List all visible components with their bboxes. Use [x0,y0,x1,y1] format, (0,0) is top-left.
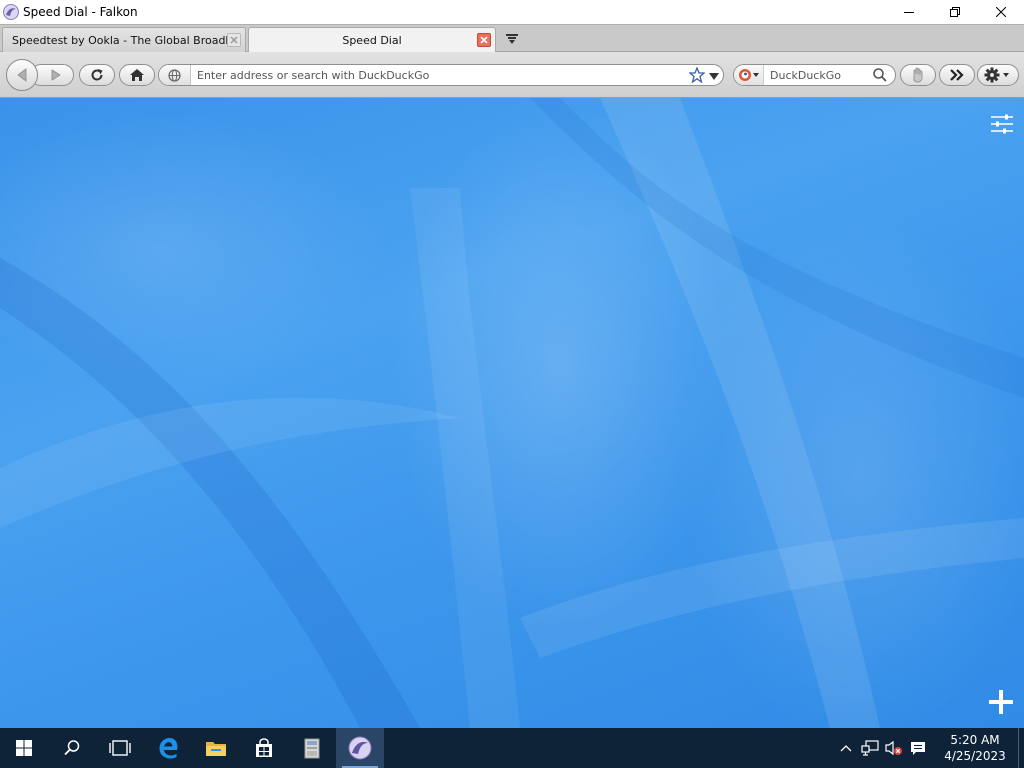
restore-button[interactable] [932,0,978,24]
tab-speedtest[interactable]: Speedtest by Ookla - The Global Broadban… [2,27,246,52]
navigation-toolbar [0,52,1024,98]
installer-icon [304,738,320,759]
window-title: Speed Dial - Falkon [23,5,138,19]
window-controls [886,0,1024,24]
task-view-icon [109,740,131,756]
tab-list-button[interactable] [503,30,521,48]
falkon-app-icon [348,736,372,760]
folder-icon [206,742,226,756]
speed-dial-page [0,98,1024,728]
action-center-button[interactable] [906,728,930,768]
show-desktop-button[interactable] [1018,728,1024,768]
home-icon [130,69,144,81]
taskbar-edge[interactable] [144,728,192,768]
windows-logo-icon [16,740,32,756]
main-menu-button[interactable] [977,64,1019,86]
taskbar-falkon[interactable] [336,728,384,768]
minimize-button[interactable] [886,0,932,24]
close-button[interactable] [978,0,1024,24]
search-icon [64,740,80,756]
adblock-button[interactable] [900,64,936,86]
tab-bar: Speedtest by Ookla - The Global Broadban… [0,24,1024,52]
edge-icon [159,738,178,759]
close-icon [230,36,238,44]
chevron-up-icon [840,745,852,752]
falkon-app-icon [3,4,19,20]
tab-close-button[interactable] [477,33,491,47]
taskbar-app-installer[interactable] [288,728,336,768]
title-bar: Speed Dial - Falkon [0,0,1024,24]
more-tools-button[interactable] [939,64,975,86]
search-engine-button[interactable] [734,65,764,85]
speed-dial-settings-icon[interactable] [990,112,1014,136]
notification-icon [911,742,925,755]
store-bag-icon [256,738,272,757]
gear-icon [984,67,1009,83]
network-tray-button[interactable] [858,728,882,768]
task-view-button[interactable] [96,728,144,768]
close-icon [996,7,1006,17]
tab-speed-dial[interactable]: Speed Dial [248,27,496,52]
site-info-button[interactable] [159,65,191,85]
clock-time: 5:20 AM [950,733,1000,747]
taskbar-store[interactable] [240,728,288,768]
tab-label: Speedtest by Ookla - The Global Broadban… [12,33,227,47]
background-wallpaper [0,98,1024,728]
clock-date: 4/25/2023 [944,749,1006,763]
chevron-down-icon[interactable] [709,71,719,81]
close-icon [480,36,488,44]
tab-list-icon [506,34,518,44]
adblock-hand-icon [913,67,923,83]
back-button[interactable] [6,59,38,91]
minimize-icon [904,12,914,13]
speaker-muted-icon [885,740,902,756]
start-button[interactable] [0,728,48,768]
globe-icon [168,68,181,82]
taskbar-search-button[interactable] [48,728,96,768]
bookmark-star-icon[interactable] [689,67,705,83]
show-hidden-icons-button[interactable] [834,728,858,768]
system-tray: 5:20 AM 4/25/2023 [834,728,1024,768]
add-speed-dial-icon[interactable] [988,689,1014,715]
home-button[interactable] [119,64,155,86]
address-bar[interactable] [158,64,724,86]
reload-icon [91,69,103,81]
taskbar-file-explorer[interactable] [192,728,240,768]
reload-button[interactable] [79,64,115,86]
search-icon[interactable] [872,67,888,83]
tab-label: Speed Dial [342,33,402,47]
duckduckgo-icon [738,69,759,81]
forward-arrow-icon [51,69,61,81]
back-arrow-icon [17,68,27,82]
windows-taskbar: 5:20 AM 4/25/2023 [0,728,1024,768]
network-icon [861,740,879,756]
address-input[interactable] [191,68,676,82]
restore-icon [950,7,960,17]
search-bar[interactable] [733,64,896,86]
volume-tray-button[interactable] [882,728,906,768]
taskbar-clock[interactable]: 5:20 AM 4/25/2023 [930,732,1018,764]
double-chevron-right-icon [950,69,964,81]
tab-close-button[interactable] [227,33,241,47]
search-input[interactable] [764,68,872,82]
